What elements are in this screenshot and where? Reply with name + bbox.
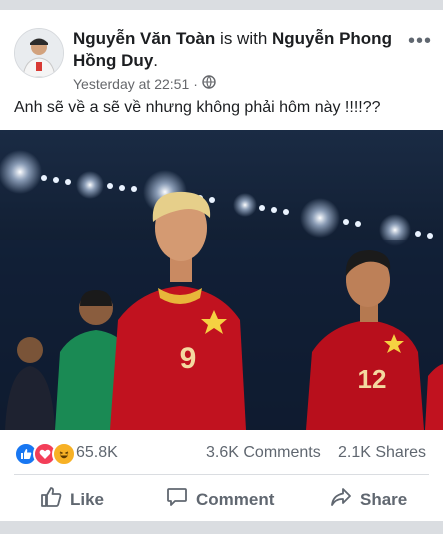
tagged-suffix: . [153, 51, 159, 70]
jersey-number-nine: 9 [180, 342, 197, 375]
reaction-icons[interactable] [14, 442, 76, 466]
meta-separator: · [193, 75, 198, 92]
post-text: Anh sẽ về a sẽ về nhưng không phải hôm n… [14, 99, 381, 116]
post-header: Nguyễn Văn Toàn is with Nguyễn Phong Hồn… [0, 10, 443, 94]
share-label: Share [360, 489, 408, 509]
comments-count[interactable]: 3.6K Comments [206, 444, 321, 462]
haha-reaction-icon [52, 442, 76, 466]
comment-label: Comment [196, 489, 275, 509]
like-label: Like [70, 489, 105, 509]
share-button[interactable]: Share [330, 486, 407, 513]
top-separator-bar [0, 0, 443, 10]
reaction-count[interactable]: 65.8K [76, 444, 118, 462]
more-options-icon[interactable]: ••• [408, 30, 432, 53]
share-arrow-icon [330, 486, 352, 513]
globe-icon [202, 75, 216, 92]
post-timestamp[interactable]: Yesterday at 22:51 [73, 76, 189, 92]
with-text: is with [220, 29, 268, 48]
jersey-number-twelve: 12 [358, 364, 387, 394]
comment-bubble-icon [166, 486, 188, 513]
photo-illustration: 9 12 [0, 130, 443, 430]
author-avatar[interactable] [14, 28, 64, 78]
action-divider [14, 474, 429, 475]
shares-count[interactable]: 2.1K Shares [338, 444, 426, 462]
bottom-separator-bar [0, 521, 443, 534]
post-stats-row: 65.8K 3.6K Comments 2.1K Shares [0, 437, 443, 467]
like-button[interactable]: Like [40, 486, 104, 513]
comment-button[interactable]: Comment [166, 486, 274, 513]
thumbs-up-icon [40, 486, 62, 513]
author-name-link[interactable]: Nguyễn Văn Toàn [73, 29, 215, 48]
post-actions: Like Comment Share [0, 478, 443, 518]
post-photo[interactable]: 9 12 [0, 130, 443, 430]
